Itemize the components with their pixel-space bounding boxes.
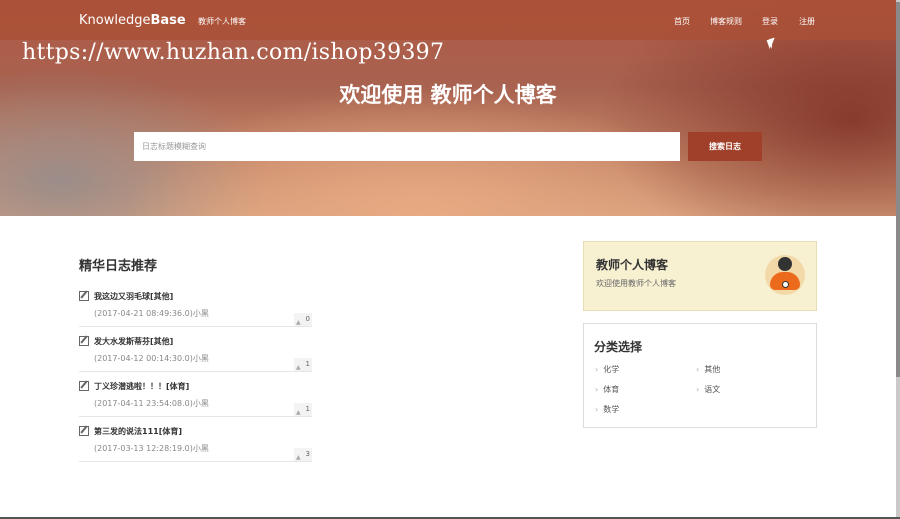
edit-icon: [79, 381, 89, 391]
hero-title: 欢迎使用 教师个人博客: [339, 83, 557, 107]
post-meta: (2017-04-11 23:54:08.0)小黑: [94, 399, 209, 408]
like-count: 0: [305, 315, 310, 323]
post-meta: (2017-03-13 12:28:19.0)小黑: [94, 444, 209, 453]
category-card: 分类选择 › 化学 › 其他 › 体育 › 语文 › 数学: [583, 323, 817, 428]
logo[interactable]: KnowledgeBase: [79, 13, 186, 28]
like-count: 1: [305, 360, 310, 368]
chevron-right-icon: ›: [595, 385, 599, 394]
category-sports[interactable]: › 体育: [595, 384, 619, 395]
post-title-link[interactable]: 发大水发斯蒂芬[其他]: [94, 336, 173, 347]
thumbs-up-icon: ▲: [296, 319, 301, 326]
post-meta: (2017-04-21 08:49:36.0)小黑: [94, 309, 209, 318]
watermark-text: https://www.huzhan.com/ishop39397: [22, 40, 445, 65]
logo-subtitle: 教师个人博客: [198, 17, 246, 26]
like-count: 1: [305, 405, 310, 413]
profile-subtitle: 欢迎使用教师个人博客: [596, 279, 676, 288]
post-meta: (2017-04-12 00:14:30.0)小黑: [94, 354, 209, 363]
post-item: 第三发的说法111[体育] (2017-03-13 12:28:19.0)小黑 …: [79, 422, 312, 462]
category-other[interactable]: › 其他: [696, 364, 720, 375]
edit-icon: [79, 291, 89, 301]
category-chemistry[interactable]: › 化学: [595, 364, 619, 375]
thumbs-up-icon: ▲: [296, 409, 301, 416]
thumbs-up-icon: ▲: [296, 454, 301, 461]
category-chinese[interactable]: › 语文: [696, 384, 720, 395]
category-math[interactable]: › 数学: [595, 404, 619, 415]
profile-title: 教师个人博客: [596, 258, 669, 272]
post-item: 发大水发斯蒂芬[其他] (2017-04-12 00:14:30.0)小黑 ▲ 1: [79, 332, 312, 372]
like-button[interactable]: ▲ 3: [294, 448, 312, 461]
edit-icon: [79, 336, 89, 346]
avatar: [761, 253, 809, 299]
nav-register[interactable]: 注册: [799, 16, 815, 27]
post-title-link[interactable]: 丁义珍潜逃啦！！！[体育]: [94, 381, 189, 392]
nav-blog-rules[interactable]: 博客规则: [710, 16, 742, 27]
like-count: 3: [305, 450, 310, 458]
search-input[interactable]: [134, 132, 680, 161]
chevron-right-icon: ›: [696, 365, 700, 374]
top-navbar: KnowledgeBase 教师个人博客 首页 博客规则 登录 注册: [0, 0, 896, 40]
post-title-link[interactable]: 第三发的说法111[体育]: [94, 426, 182, 437]
thumbs-up-icon: ▲: [296, 364, 301, 371]
nav-login[interactable]: 登录: [762, 16, 778, 27]
chevron-right-icon: ›: [696, 385, 700, 394]
chevron-right-icon: ›: [595, 405, 599, 414]
post-item: 我这边又羽毛球[其他] (2017-04-21 08:49:36.0)小黑 ▲ 0: [79, 287, 312, 327]
edit-icon: [79, 426, 89, 436]
search-button[interactable]: 搜索日志: [688, 132, 762, 161]
nav-home[interactable]: 首页: [674, 16, 690, 27]
category-title: 分类选择: [594, 340, 643, 354]
like-button[interactable]: ▲ 0: [294, 313, 312, 326]
like-button[interactable]: ▲ 1: [294, 403, 312, 416]
post-title-link[interactable]: 我这边又羽毛球[其他]: [94, 291, 173, 302]
post-item: 丁义珍潜逃啦！！！[体育] (2017-04-11 23:54:08.0)小黑 …: [79, 377, 312, 417]
like-button[interactable]: ▲ 1: [294, 358, 312, 371]
featured-posts-title: 精华日志推荐: [79, 259, 158, 274]
profile-card: 教师个人博客 欢迎使用教师个人博客: [583, 241, 817, 311]
scrollbar-thumb[interactable]: [896, 2, 900, 377]
chevron-right-icon: ›: [595, 365, 599, 374]
